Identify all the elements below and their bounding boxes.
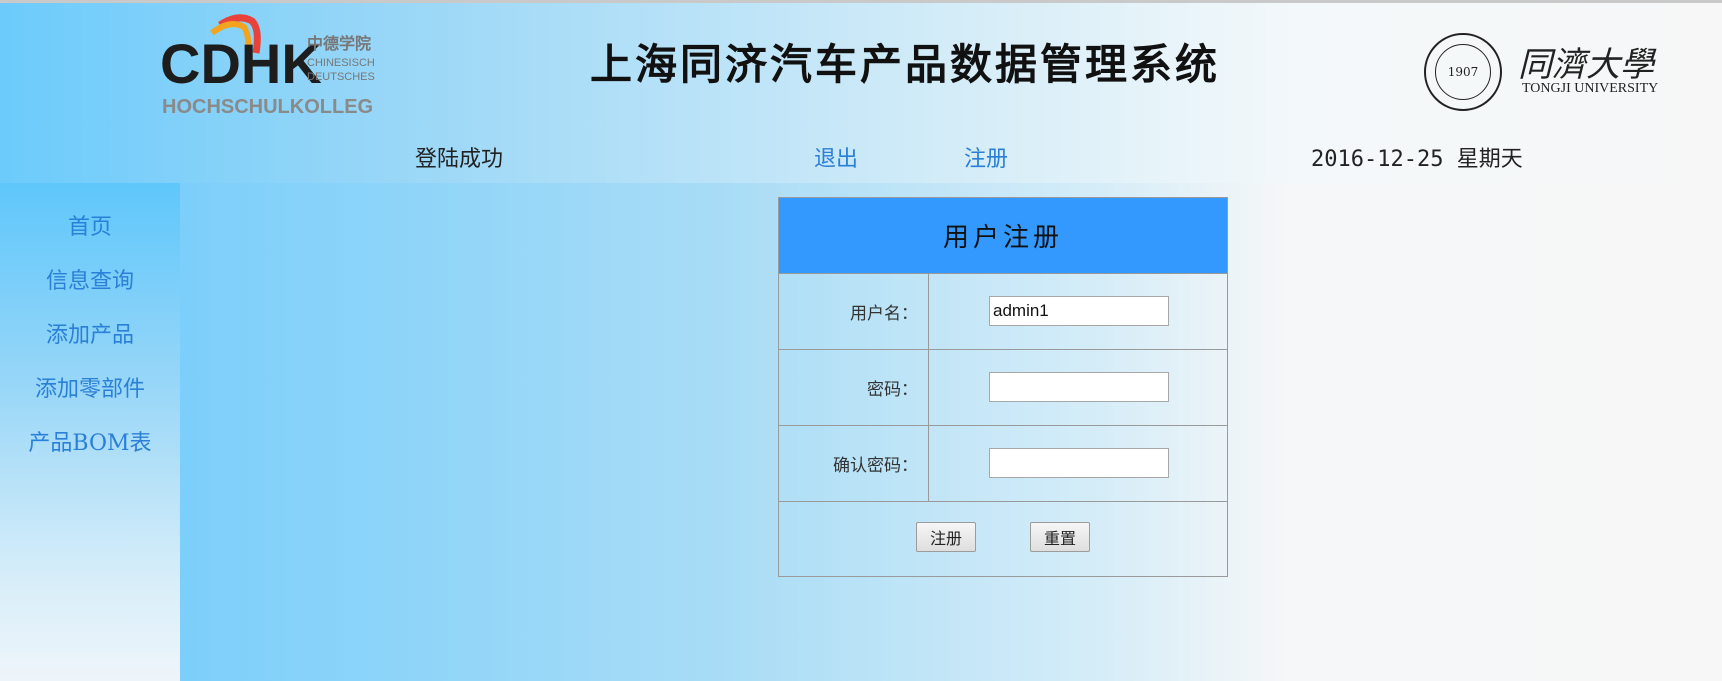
tongji-name-cn: 同濟大學 — [1518, 45, 1654, 85]
confirm-password-row: 确认密码： — [779, 426, 1227, 502]
tongji-logo: 1907 同濟大學 TONGJI UNIVERSITY — [1424, 29, 1669, 119]
sidebar-item-add-product[interactable]: 添加产品 — [0, 317, 180, 349]
sidebar: 首页 信息查询 添加产品 添加零部件 产品BOM表 — [0, 183, 180, 681]
form-buttons: 注册 重置 — [779, 502, 1227, 576]
register-form: 用户注册 用户名： 密码： 确认密码： 注册 重置 — [778, 197, 1228, 577]
password-input[interactable] — [989, 372, 1169, 402]
confirm-password-label: 确认密码： — [779, 426, 929, 501]
register-button[interactable]: 注册 — [916, 522, 976, 552]
username-row: 用户名： — [779, 274, 1227, 350]
page-header: CDHK 中德学院 CHINESISCH DEUTSCHES HOCHSCHUL… — [0, 3, 1722, 183]
cdhk-letters: CDHK — [160, 32, 322, 95]
form-title: 用户注册 — [779, 198, 1227, 274]
cdhk-cn: 中德学院 — [307, 34, 371, 53]
tongji-name-en: TONGJI UNIVERSITY — [1522, 81, 1659, 96]
cdhk-line2: DEUTSCHES — [307, 71, 375, 83]
username-input[interactable] — [989, 296, 1169, 326]
register-link[interactable]: 注册 — [964, 141, 1008, 173]
username-label: 用户名： — [779, 274, 929, 349]
cdhk-line1: CHINESISCH — [307, 57, 375, 69]
sidebar-item-home[interactable]: 首页 — [0, 209, 180, 241]
sidebar-item-query[interactable]: 信息查询 — [0, 263, 180, 295]
tongji-seal-icon: 1907 — [1424, 33, 1502, 111]
logout-link[interactable]: 退出 — [814, 141, 858, 173]
confirm-password-input[interactable] — [989, 448, 1169, 478]
sidebar-item-add-part[interactable]: 添加零部件 — [0, 371, 180, 403]
password-row: 密码： — [779, 350, 1227, 426]
sidebar-item-bom[interactable]: 产品BOM表 — [0, 425, 180, 457]
password-label: 密码： — [779, 350, 929, 425]
login-status: 登陆成功 — [415, 147, 504, 172]
cdhk-logo: CDHK 中德学院 CHINESISCH DEUTSCHES HOCHSCHUL… — [160, 14, 375, 118]
tongji-seal-year: 1907 — [1435, 44, 1491, 100]
reset-button[interactable]: 重置 — [1030, 522, 1090, 552]
site-title: 上海同济汽车产品数据管理系统 — [590, 40, 1221, 89]
cdhk-bottom: HOCHSCHULKOLLEG — [162, 96, 373, 118]
current-date: 2016-12-25 星期天 — [1311, 147, 1523, 172]
